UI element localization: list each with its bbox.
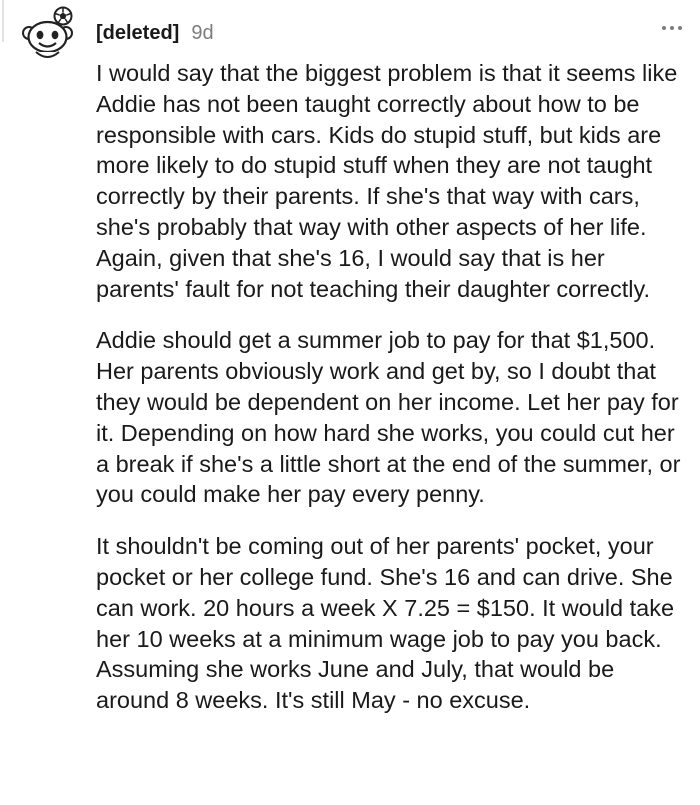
comment-author[interactable]: [deleted] bbox=[96, 22, 179, 45]
comment-meta: [deleted] 9d bbox=[96, 22, 214, 45]
comment-paragraph: Addie should get a summer job to pay for… bbox=[96, 327, 681, 508]
comment-paragraph: It shouldn't be coming out of her parent… bbox=[96, 533, 675, 714]
comment-age: 9d bbox=[191, 22, 214, 44]
comment-paragraph: I would say that the biggest problem is … bbox=[96, 60, 678, 302]
comment-body: I would say that the biggest problem is … bbox=[96, 58, 686, 737]
snoo-avatar-icon[interactable] bbox=[18, 6, 78, 62]
thread-line bbox=[2, 0, 4, 42]
more-options-icon[interactable] bbox=[660, 22, 684, 34]
comment-header: [deleted] 9d bbox=[18, 6, 684, 64]
